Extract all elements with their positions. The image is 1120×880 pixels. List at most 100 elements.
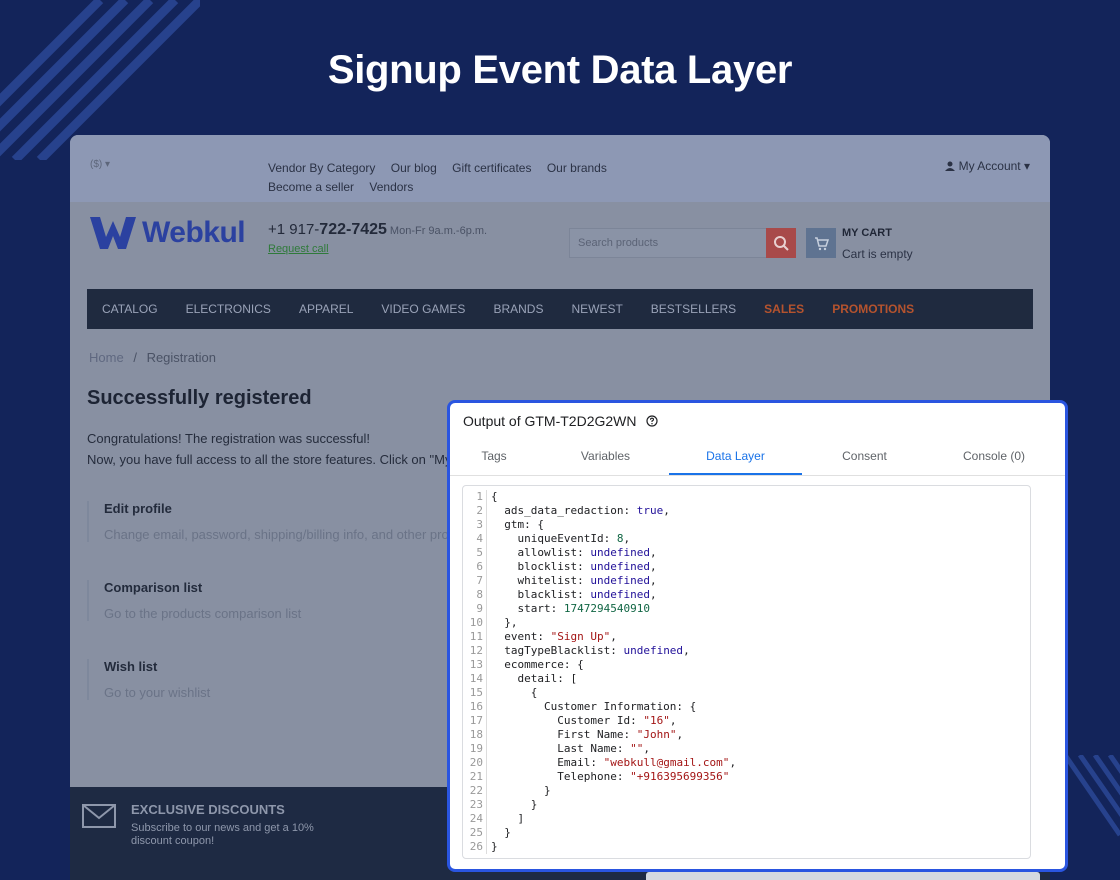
code-text: Last Name: "", [491,742,650,755]
cart-button[interactable] [806,228,836,258]
tab-console[interactable]: Console (0) [927,441,1061,475]
nav-item-catalog[interactable]: CATALOG [102,302,158,316]
line-number: 24 [463,812,487,826]
nav-item-electronics[interactable]: ELECTRONICS [186,302,271,316]
request-call-link[interactable]: Request call [268,243,329,255]
breadcrumb-current: Registration [146,350,216,365]
line-number: 14 [463,672,487,686]
line-number: 3 [463,518,487,532]
code-text: uniqueEventId: 8, [491,532,631,545]
top-link[interactable]: Vendor By Category [268,161,375,175]
registration-line-2: Now, you have full access to all the sto… [87,452,452,467]
cart-status: Cart is empty [842,247,913,261]
user-icon [944,161,955,171]
cart-title[interactable]: MY CART [842,227,892,239]
code-text: tagTypeBlacklist: undefined, [491,644,690,657]
page-title: Signup Event Data Layer [327,48,793,92]
top-link[interactable]: Become a seller [268,180,354,194]
code-text: blocklist: undefined, [491,560,657,573]
line-number: 21 [463,770,487,784]
code-line: 16 Customer Information: { [463,700,1030,714]
nav-item-sales[interactable]: SALES [764,302,804,316]
footer-title: EXCLUSIVE DISCOUNTS [131,802,285,817]
scrollbar[interactable] [646,872,1040,880]
line-number: 19 [463,742,487,756]
store-topbar: ($) ▾ Vendor By Category Our blog Gift c… [70,135,1050,202]
search-icon [774,236,789,251]
currency-selector[interactable]: ($) ▾ [90,159,110,170]
code-line: 24 ] [463,812,1030,826]
phone-number: +1 917-722-7425 Mon-Fr 9a.m.-6p.m. [268,221,488,238]
gtm-output-panel: Output of GTM-T2D2G2WN Tags Variables Da… [447,400,1068,872]
line-number: 12 [463,644,487,658]
top-link[interactable]: Our blog [391,161,437,175]
code-text: allowlist: undefined, [491,546,657,559]
code-text: ecommerce: { [491,658,584,671]
line-number: 16 [463,700,487,714]
line-number: 11 [463,630,487,644]
nav-item-apparel[interactable]: APPAREL [299,302,353,316]
nav-item-video-games[interactable]: VIDEO GAMES [381,302,465,316]
search-input[interactable]: Search products [569,228,796,258]
top-links: Vendor By Category Our blog Gift certifi… [268,159,628,197]
line-number: 6 [463,560,487,574]
top-link[interactable]: Gift certificates [452,161,531,175]
line-number: 22 [463,784,487,798]
breadcrumb: Home / Registration [89,350,216,365]
line-number: 26 [463,840,487,854]
my-account-menu[interactable]: My Account ▾ [944,159,1030,173]
code-text: ] [491,812,525,825]
code-line: 1{ [463,490,1030,504]
code-text: ads_data_redaction: true, [491,504,670,517]
nav-item-promotions[interactable]: PROMOTIONS [832,302,914,316]
code-text: { [491,490,498,503]
search-button[interactable] [766,228,796,258]
code-line: 23 } [463,798,1030,812]
code-line: 20 Email: "webkull@gmail.com", [463,756,1030,770]
nav-item-bestsellers[interactable]: BESTSELLERS [651,302,736,316]
code-text: blacklist: undefined, [491,588,657,601]
decorative-stripes-bottom-right [1060,755,1120,845]
logo-text: Webkul [142,216,246,249]
line-number: 17 [463,714,487,728]
code-line: 2 ads_data_redaction: true, [463,504,1030,518]
code-lines: 1{2 ads_data_redaction: true, 3 gtm: {4 u… [463,486,1030,854]
code-line: 22 } [463,784,1030,798]
data-layer-code-view[interactable]: 1{2 ads_data_redaction: true, 3 gtm: {4 u… [462,485,1031,859]
mail-icon [82,804,116,828]
top-link[interactable]: Vendors [369,180,413,194]
nav-item-brands[interactable]: BRANDS [493,302,543,316]
tab-tags[interactable]: Tags [450,441,538,475]
code-line: 26} [463,840,1030,854]
tab-data-layer[interactable]: Data Layer [669,441,802,475]
code-line: 11 event: "Sign Up", [463,630,1030,644]
code-text: } [491,840,498,853]
line-number: 13 [463,658,487,672]
webkul-logo[interactable]: Webkul [90,216,246,249]
line-number: 4 [463,532,487,546]
search-placeholder: Search products [578,237,659,249]
tab-consent[interactable]: Consent [802,441,927,475]
line-number: 18 [463,728,487,742]
line-number: 1 [463,490,487,504]
breadcrumb-home[interactable]: Home [89,350,124,365]
code-line: 19 Last Name: "", [463,742,1030,756]
code-text: } [491,826,511,839]
code-text: } [491,798,538,811]
line-number: 23 [463,798,487,812]
registration-line-1: Congratulations! The registration was su… [87,431,371,446]
nav-item-newest[interactable]: NEWEST [571,302,622,316]
top-link[interactable]: Our brands [547,161,607,175]
code-text: whitelist: undefined, [491,574,657,587]
tab-variables[interactable]: Variables [538,441,673,475]
panel-title: Output of GTM-T2D2G2WN [463,413,658,429]
code-text: Customer Information: { [491,700,697,713]
code-line: 17 Customer Id: "16", [463,714,1030,728]
help-icon[interactable] [646,415,658,427]
code-text: gtm: { [491,518,544,531]
account-label: My Account [958,159,1021,173]
code-text: Telephone: "+916395699356" [491,770,730,783]
registration-title: Successfully registered [87,387,312,409]
code-line: 4 uniqueEventId: 8, [463,532,1030,546]
code-line: 7 whitelist: undefined, [463,574,1030,588]
